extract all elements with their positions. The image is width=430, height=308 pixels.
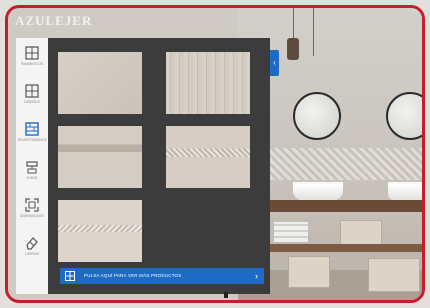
eraser-icon bbox=[26, 237, 38, 250]
wall-tiles-icon bbox=[25, 122, 39, 136]
tile-thumbnail[interactable] bbox=[58, 52, 142, 114]
sidebar-item-grout[interactable]: JUNTA bbox=[18, 158, 46, 192]
tile-thumbnail[interactable] bbox=[166, 52, 250, 114]
sidebar-item-label: DIMENSIONES bbox=[19, 214, 45, 218]
kiosk-stand bbox=[224, 292, 228, 298]
decor-wall-band bbox=[263, 148, 422, 180]
brand-logo: AZULEJER bbox=[15, 13, 93, 28]
pendant-lamp bbox=[287, 38, 299, 60]
sidebar-item-label: PAVIMENTOS bbox=[20, 62, 44, 66]
vanity-counter bbox=[268, 200, 422, 212]
storage-box bbox=[340, 220, 382, 246]
basket-left bbox=[288, 256, 330, 288]
sidebar-item-label: REVESTIMIENTO bbox=[18, 138, 47, 142]
round-mirror-right bbox=[386, 92, 422, 140]
sidebar-item-label: JUNTA bbox=[26, 176, 38, 180]
tile-thumbnail[interactable] bbox=[58, 126, 142, 188]
round-mirror-left bbox=[293, 92, 341, 140]
sidebar-item-dimensions[interactable]: DIMENSIONES bbox=[18, 196, 46, 230]
tool-sidebar: PAVIMENTOS DISEÑOS REVESTIMIENTO JUNTA D… bbox=[16, 38, 48, 294]
sidebar-item-floors[interactable]: PAVIMENTOS bbox=[18, 44, 46, 78]
grid-icon bbox=[65, 271, 75, 281]
lower-shelf bbox=[268, 244, 422, 252]
grid-icon bbox=[25, 84, 39, 98]
sidebar-item-clear[interactable]: LIMPIAR bbox=[18, 234, 46, 268]
basket-right bbox=[368, 258, 420, 292]
more-products-label: PULSA AQUÍ PARA VER MÁS PRODUCTOS bbox=[84, 273, 182, 278]
towels bbox=[274, 222, 308, 242]
sidebar-item-label: LIMPIAR bbox=[24, 252, 39, 256]
chevron-right-icon: › bbox=[255, 271, 258, 281]
tile-thumbnail[interactable] bbox=[58, 200, 142, 262]
chevron-left-icon: ‹ bbox=[273, 58, 276, 67]
sidebar-item-designs[interactable]: DISEÑOS bbox=[18, 82, 46, 116]
expand-icon bbox=[25, 198, 39, 212]
sidebar-item-label: DISEÑOS bbox=[24, 100, 40, 104]
tile-thumbnail[interactable] bbox=[166, 126, 250, 188]
more-products-button[interactable]: PULSA AQUÍ PARA VER MÁS PRODUCTOS › bbox=[60, 268, 264, 284]
floor-plan-icon bbox=[25, 46, 39, 60]
paint-roller-icon bbox=[26, 161, 38, 174]
collapse-panel-button[interactable]: ‹ bbox=[270, 50, 279, 76]
kiosk-frame: AZULEJER PAVIMENTOS DISEÑOS REVESTIMIENT… bbox=[5, 5, 425, 303]
tile-catalogue-panel: PULSA AQUÍ PARA VER MÁS PRODUCTOS › bbox=[48, 38, 270, 294]
sidebar-item-wall-tiles[interactable]: REVESTIMIENTO bbox=[18, 120, 47, 154]
